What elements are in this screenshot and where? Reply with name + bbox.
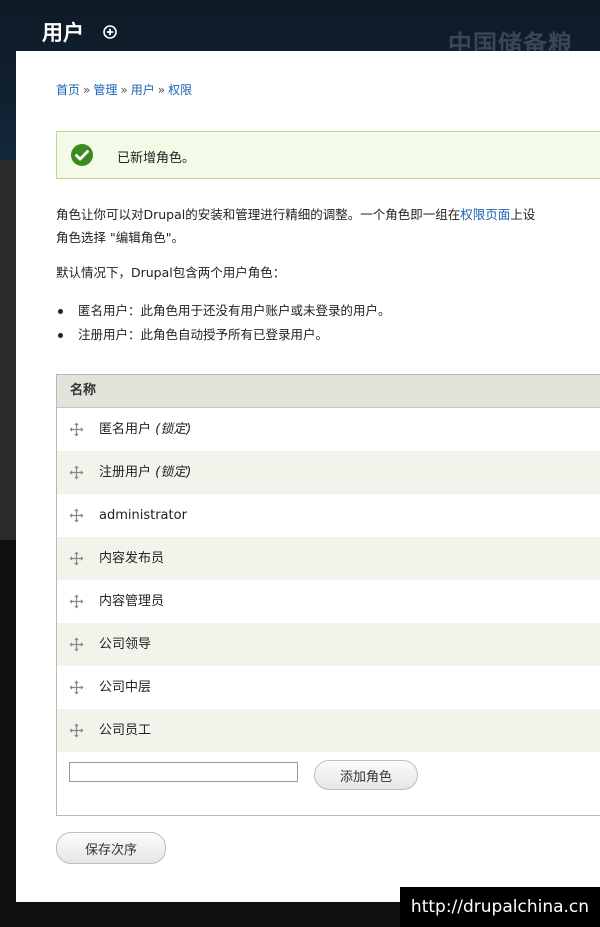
breadcrumb-separator: » — [157, 83, 166, 97]
breadcrumb-people[interactable]: 用户 — [131, 83, 155, 97]
intro-line1-after: 上设 — [510, 207, 536, 222]
role-name: 公司中层 — [99, 680, 152, 695]
permissions-page-link[interactable]: 权限页面 — [460, 207, 510, 222]
add-role-row: 添加角色 — [57, 752, 600, 806]
table-row: 公司中层 — [57, 666, 600, 709]
list-item: 注册用户：此角色自动授予所有已登录用户。 — [56, 323, 391, 347]
role-name: 公司领导 — [99, 637, 152, 652]
table-row: administrator — [57, 494, 600, 537]
intro-line2: 角色选择 "编辑角色"。 — [56, 230, 184, 245]
locked-label: (锁定) — [155, 465, 192, 480]
overlay-content: 首页» 管理» 用户» 权限 已新增角色。 角色让你可以对Drupal的安装和管理进行… — [16, 51, 600, 902]
save-order-button[interactable]: 保存次序 — [56, 832, 166, 864]
breadcrumb-separator: » — [83, 83, 91, 97]
role-name-text: 注册用户 — [99, 465, 152, 480]
role-name: 匿名用户 (锁定) — [99, 408, 191, 451]
table-row: 内容发布员 — [57, 537, 600, 580]
roles-table: 名称 匿名用户 (锁定) 注册用户 (锁定) administrator 内容发… — [56, 374, 600, 816]
role-name: 注册用户 (锁定) — [99, 451, 191, 494]
table-row: 匿名用户 (锁定) — [57, 408, 600, 451]
breadcrumb-home[interactable]: 首页 — [56, 83, 80, 97]
drag-handle-icon[interactable] — [69, 680, 84, 695]
breadcrumb-permissions[interactable]: 权限 — [168, 83, 192, 97]
drag-handle-icon[interactable] — [69, 551, 84, 566]
role-name: 内容管理员 — [99, 594, 165, 609]
role-name-text: 匿名用户 — [99, 422, 152, 437]
drag-handle-icon[interactable] — [69, 723, 84, 738]
role-name: 公司员工 — [99, 723, 152, 738]
intro-line1-before: 角色让你可以对Drupal的安装和管理进行精细的调整。一个角色即一组在 — [56, 207, 461, 222]
breadcrumb-separator: » — [120, 83, 128, 97]
breadcrumb-admin[interactable]: 管理 — [93, 83, 117, 97]
role-name: administrator — [99, 508, 187, 523]
column-header-name: 名称 — [57, 375, 600, 408]
status-message-text: 已新增角色。 — [117, 151, 196, 166]
drag-handle-icon[interactable] — [69, 422, 84, 437]
default-roles-heading: 默认情况下，Drupal包含两个用户角色： — [56, 265, 286, 280]
check-circle-icon — [71, 144, 93, 166]
plus-circle-icon[interactable] — [103, 25, 117, 39]
add-role-button[interactable]: 添加角色 — [314, 760, 418, 790]
table-row: 内容管理员 — [57, 580, 600, 623]
table-row: 公司领导 — [57, 623, 600, 666]
status-message: 已新增角色。 — [56, 131, 600, 179]
page-title: 用户 — [42, 21, 84, 45]
intro-text: 角色让你可以对Drupal的安装和管理进行精细的调整。一个角色即一组在权限页面上… — [56, 203, 600, 249]
table-row: 公司员工 — [57, 709, 600, 752]
locked-label: (锁定) — [155, 422, 192, 437]
drag-handle-icon[interactable] — [69, 465, 84, 480]
new-role-name-input[interactable] — [69, 762, 298, 782]
table-row: 注册用户 (锁定) — [57, 451, 600, 494]
list-item: 匿名用户：此角色用于还没有用户账户或未登录的用户。 — [56, 299, 391, 323]
default-roles-list: 匿名用户：此角色用于还没有用户账户或未登录的用户。 注册用户：此角色自动授予所有… — [56, 299, 391, 347]
drag-handle-icon[interactable] — [69, 594, 84, 609]
drag-handle-icon[interactable] — [69, 637, 84, 652]
drag-handle-icon[interactable] — [69, 508, 84, 523]
breadcrumb: 首页» 管理» 用户» 权限 — [56, 81, 192, 98]
role-name: 内容发布员 — [99, 551, 165, 566]
watermark-url: http://drupalchina.cn — [400, 887, 600, 927]
